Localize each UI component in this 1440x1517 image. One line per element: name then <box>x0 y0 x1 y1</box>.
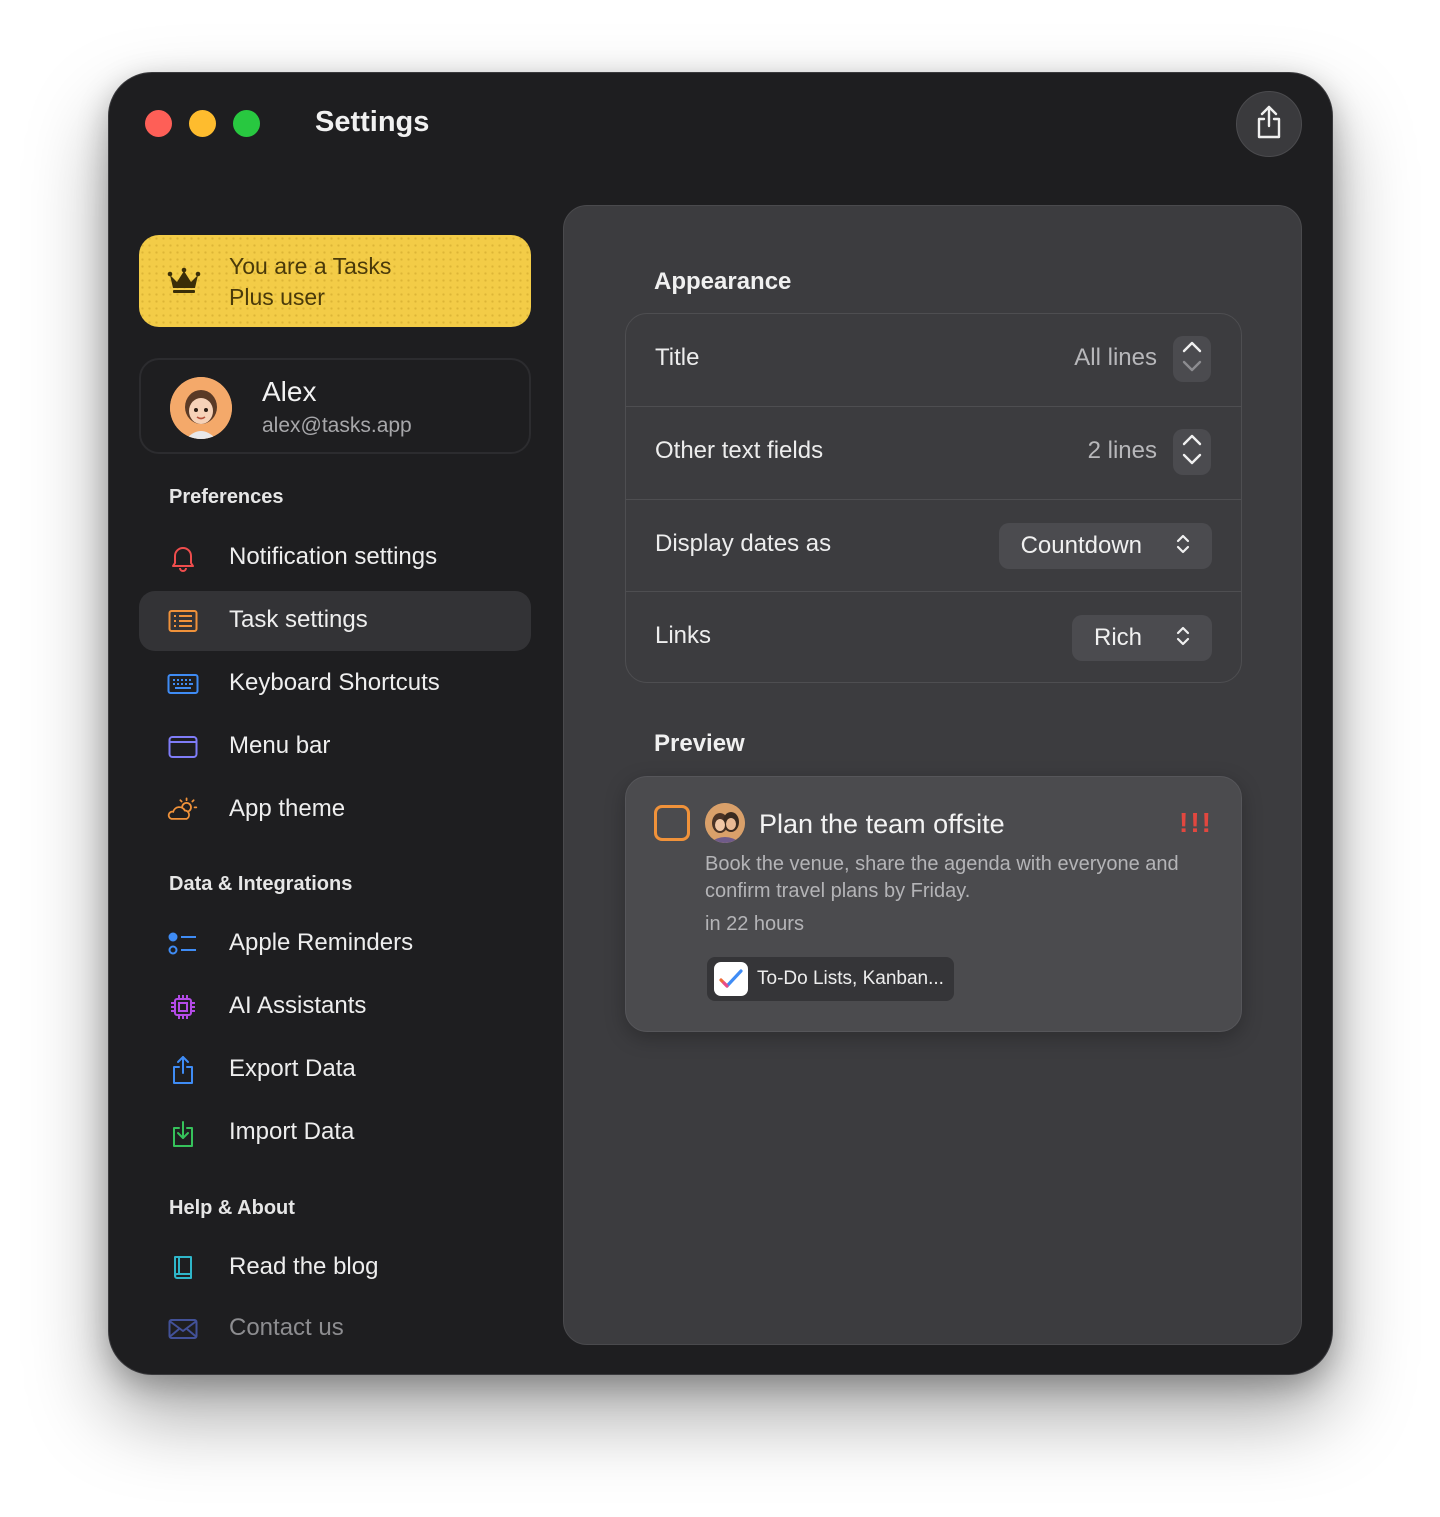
sidebar-item-ai-assistants[interactable]: AI Assistants <box>139 977 531 1037</box>
sidebar-item-label: AI Assistants <box>229 992 367 1019</box>
links-select[interactable]: Rich <box>1071 615 1212 661</box>
sidebar-item-label: App theme <box>229 795 346 822</box>
chevron-up-icon[interactable] <box>1181 433 1203 452</box>
display-dates-select[interactable]: Countdown <box>998 523 1212 569</box>
sidebar-item-contact-us[interactable]: Contact us <box>139 1299 531 1359</box>
account-email: alex@tasks.app <box>262 414 412 437</box>
task-notes: Book the venue, share the agenda with ev… <box>705 853 1179 902</box>
zoom-window-button[interactable] <box>233 110 260 137</box>
section-header-help-about: Help & About <box>169 1197 295 1219</box>
settings-window: Settings You are a Tasks Plus user Alex … <box>108 72 1333 1375</box>
task-checkbox[interactable] <box>654 805 690 841</box>
close-window-button[interactable] <box>145 110 172 137</box>
chevron-down-icon[interactable] <box>1181 452 1203 471</box>
share-button[interactable] <box>1236 91 1302 157</box>
task-link-chip[interactable]: To-Do Lists, Kanban... <box>707 957 954 1001</box>
setting-label: Links <box>655 622 712 649</box>
chevron-down-icon[interactable] <box>1181 359 1203 378</box>
sidebar-item-apple-reminders[interactable]: Apple Reminders <box>139 914 531 974</box>
bell-icon <box>167 543 199 573</box>
book-icon <box>167 1253 199 1283</box>
minimize-window-button[interactable] <box>189 110 216 137</box>
task-settings-panel: Appearance Title All lines Other text fi… <box>563 205 1302 1345</box>
sun-cloud-icon <box>167 795 199 825</box>
sidebar-item-label: Read the blog <box>229 1253 379 1280</box>
task-title: Plan the team offsite <box>759 809 1005 839</box>
section-header-preferences: Preferences <box>169 486 284 508</box>
preview-heading: Preview <box>654 730 745 757</box>
setting-value: All lines <box>1074 344 1157 371</box>
sidebar-item-label: Keyboard Shortcuts <box>229 669 440 696</box>
sidebar-item-export-data[interactable]: Export Data <box>139 1040 531 1100</box>
other-text-lines-stepper[interactable] <box>1173 429 1211 475</box>
menu-bar-icon <box>167 732 199 762</box>
import-icon <box>167 1118 199 1148</box>
setting-label: Other text fields <box>655 437 824 464</box>
setting-value: 2 lines <box>1087 437 1157 464</box>
task-list-icon <box>167 606 199 636</box>
account-card[interactable]: Alex alex@tasks.app <box>139 358 531 454</box>
sidebar-item-label: Menu bar <box>229 732 331 759</box>
sidebar-item-label: Import Data <box>229 1118 355 1145</box>
sidebar-item-notification-settings[interactable]: Notification settings <box>139 528 531 588</box>
setting-row-title: Title All lines <box>626 314 1241 406</box>
sidebar-item-menu-bar[interactable]: Menu bar <box>139 717 531 777</box>
envelope-icon <box>167 1314 199 1344</box>
up-down-chevron-icon <box>1176 533 1190 560</box>
assignee-avatar <box>705 803 745 843</box>
title-lines-stepper[interactable] <box>1173 336 1211 382</box>
sidebar-item-label: Contact us <box>229 1314 344 1341</box>
link-chip-label: To-Do Lists, Kanban... <box>757 968 944 989</box>
setting-label: Display dates as <box>655 530 832 557</box>
setting-row-links: Links Rich <box>626 591 1241 683</box>
appearance-heading: Appearance <box>654 268 792 295</box>
task-due: in 22 hours <box>705 913 804 935</box>
select-value: Countdown <box>1020 532 1142 559</box>
chip-icon <box>167 992 199 1022</box>
window-title: Settings <box>315 106 430 138</box>
priority-indicator: !!! <box>1179 807 1213 838</box>
sidebar-item-app-theme[interactable]: App theme <box>139 780 531 840</box>
select-value: Rich <box>1093 624 1142 651</box>
sidebar-item-label: Apple Reminders <box>229 929 414 956</box>
up-down-chevron-icon <box>1176 625 1190 652</box>
export-icon <box>167 1055 199 1085</box>
reminders-list-icon <box>167 929 199 959</box>
sidebar-item-label: Export Data <box>229 1055 356 1082</box>
setting-label: Title <box>655 344 700 371</box>
appearance-settings-group: Title All lines Other text fields 2 line… <box>625 313 1242 683</box>
section-header-data-integrations: Data & Integrations <box>169 873 353 895</box>
keyboard-icon <box>167 669 199 699</box>
plus-user-banner[interactable]: You are a Tasks Plus user <box>139 235 531 327</box>
crown-icon <box>167 267 201 300</box>
share-icon <box>1254 105 1284 144</box>
avatar <box>170 377 232 439</box>
setting-row-display-dates: Display dates as Countdown <box>626 499 1241 591</box>
plus-banner-text: You are a Tasks Plus user <box>229 253 392 310</box>
sidebar-item-task-settings[interactable]: Task settings <box>139 591 531 651</box>
sidebar-item-label: Task settings <box>229 606 368 633</box>
sidebar-item-label: Notification settings <box>229 543 438 570</box>
sidebar-item-keyboard-shortcuts[interactable]: Keyboard Shortcuts <box>139 654 531 714</box>
sidebar-item-import-data[interactable]: Import Data <box>139 1103 531 1163</box>
checkmark-app-icon <box>714 962 748 996</box>
sidebar-item-read-the-blog[interactable]: Read the blog <box>139 1238 531 1298</box>
account-name: Alex <box>262 376 317 407</box>
setting-row-other-text-fields: Other text fields 2 lines <box>626 406 1241 498</box>
task-preview-card[interactable]: Plan the team offsite !!! Book the venue… <box>625 776 1242 1032</box>
chevron-up-icon[interactable] <box>1181 340 1203 359</box>
